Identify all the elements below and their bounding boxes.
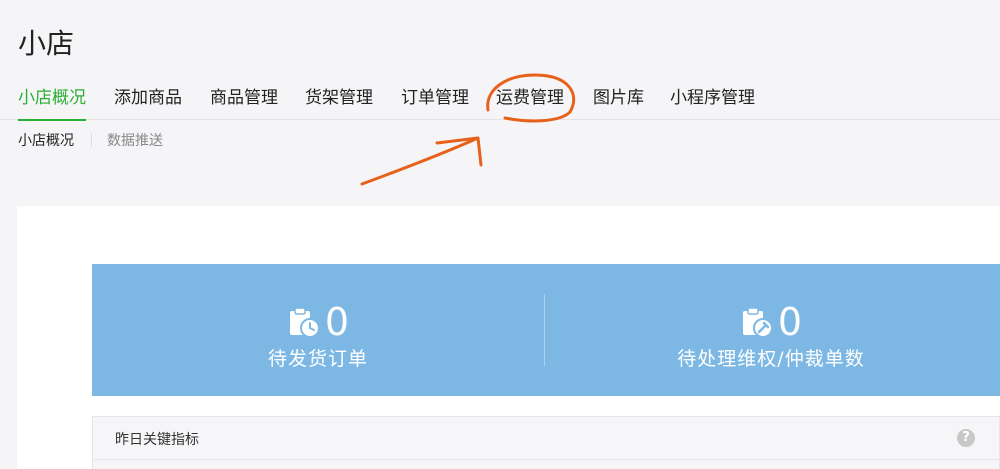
overview-card: 0 待发货订单 0 待处理维权/仲裁单数 昨日关键指标 ? — [17, 206, 1000, 469]
tab-miniprogram-management[interactable]: 小程序管理 — [670, 84, 755, 120]
subtab-divider — [91, 133, 92, 147]
tab-add-product[interactable]: 添加商品 — [114, 84, 182, 120]
subtab-store-overview[interactable]: 小店概况 — [18, 130, 74, 150]
clipboard-clock-icon — [289, 307, 320, 338]
stat-value: 0 — [324, 300, 350, 344]
tab-shipping-management[interactable]: 运费管理 — [496, 84, 564, 120]
metrics-title: 昨日关键指标 — [115, 432, 199, 448]
main-tabs: 小店概况 添加商品 商品管理 货架管理 订单管理 运费管理 图片库 小程序管理 — [0, 84, 1000, 121]
stat-value: 0 — [777, 300, 803, 344]
page-title: 小店 — [18, 27, 75, 60]
help-icon[interactable]: ? — [957, 429, 975, 447]
stats-banner: 0 待发货订单 0 待处理维权/仲裁单数 — [92, 264, 1000, 396]
tab-shelf-management[interactable]: 货架管理 — [305, 84, 373, 120]
tab-product-management[interactable]: 商品管理 — [210, 84, 278, 120]
stat-pending-shipment[interactable]: 0 待发货订单 — [92, 264, 544, 396]
tab-image-library[interactable]: 图片库 — [593, 84, 644, 120]
stat-pending-disputes[interactable]: 0 待处理维权/仲裁单数 — [545, 264, 997, 396]
clipboard-wrench-icon — [742, 307, 773, 338]
subtab-data-push[interactable]: 数据推送 — [107, 130, 163, 150]
tab-order-management[interactable]: 订单管理 — [401, 84, 469, 120]
metrics-divider — [93, 459, 999, 460]
tab-store-overview[interactable]: 小店概况 — [18, 84, 86, 121]
stat-label: 待发货订单 — [267, 348, 368, 370]
annotation-arrow-shaft — [360, 136, 480, 186]
stat-label: 待处理维权/仲裁单数 — [677, 348, 865, 370]
yesterday-metrics-panel: 昨日关键指标 ? — [92, 416, 1000, 469]
annotation-arrow-head — [435, 136, 483, 167]
